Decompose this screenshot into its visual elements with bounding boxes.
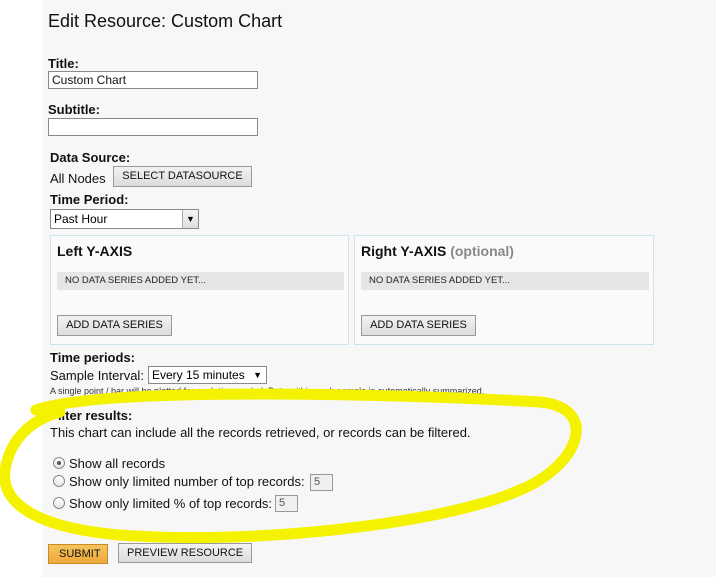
left-margin	[0, 0, 42, 577]
right-axis-title: Right Y-AXIS (optional)	[361, 243, 514, 259]
limited-number-input[interactable]: 5	[310, 474, 333, 491]
chevron-down-icon: ▼	[253, 370, 262, 380]
radio-show-all[interactable]	[53, 457, 65, 469]
left-add-data-series-button[interactable]: ADD DATA SERIES	[57, 315, 172, 336]
subtitle-label: Subtitle:	[48, 102, 100, 117]
sample-interval-selected: Every 15 minutes	[152, 368, 245, 382]
sample-interval-select[interactable]: Every 15 minutes ▼	[148, 366, 267, 384]
time-period-label: Time Period:	[50, 192, 129, 207]
title-label: Title:	[48, 56, 79, 71]
page-title: Edit Resource: Custom Chart	[48, 11, 283, 31]
radio-limited-number[interactable]	[53, 475, 65, 487]
limited-percent-input[interactable]: 5	[275, 495, 298, 512]
time-periods-note: A single point / bar will be plotted for…	[50, 386, 485, 396]
radio-limited-number-label: Show only limited number of top records:	[69, 474, 305, 489]
left-axis-empty-text: NO DATA SERIES ADDED YET...	[57, 272, 344, 290]
sample-interval-label: Sample Interval:	[50, 368, 144, 383]
preview-resource-button[interactable]: PREVIEW RESOURCE	[118, 543, 252, 563]
left-axis-panel: Left Y-AXIS NO DATA SERIES ADDED YET... …	[50, 235, 349, 345]
chevron-down-icon: ▼	[182, 210, 198, 228]
right-axis-panel: Right Y-AXIS (optional) NO DATA SERIES A…	[354, 235, 654, 345]
data-source-value: All Nodes	[50, 171, 106, 186]
time-period-selected: Past Hour	[54, 212, 108, 226]
data-source-label: Data Source:	[50, 150, 131, 165]
radio-limited-percent-label: Show only limited % of top records:	[69, 496, 273, 511]
submit-button[interactable]: SUBMIT	[48, 544, 108, 564]
left-axis-title: Left Y-AXIS	[57, 243, 133, 259]
time-period-select[interactable]: Past Hour ▼	[50, 209, 199, 229]
title-input[interactable]: Custom Chart	[48, 71, 258, 89]
radio-show-all-label: Show all records	[69, 456, 166, 471]
filter-description: This chart can include all the records r…	[50, 425, 471, 440]
select-datasource-button[interactable]: SELECT DATASOURCE	[113, 166, 252, 187]
time-periods-label: Time periods:	[50, 350, 136, 365]
subtitle-input[interactable]	[48, 118, 258, 136]
right-axis-empty-text: NO DATA SERIES ADDED YET...	[361, 272, 649, 290]
filter-results-label: Filter results:	[50, 408, 133, 423]
right-axis-optional: (optional)	[450, 243, 514, 259]
right-axis-title-text: Right Y-AXIS	[361, 243, 447, 259]
right-add-data-series-button[interactable]: ADD DATA SERIES	[361, 315, 476, 336]
radio-limited-percent[interactable]	[53, 497, 65, 509]
